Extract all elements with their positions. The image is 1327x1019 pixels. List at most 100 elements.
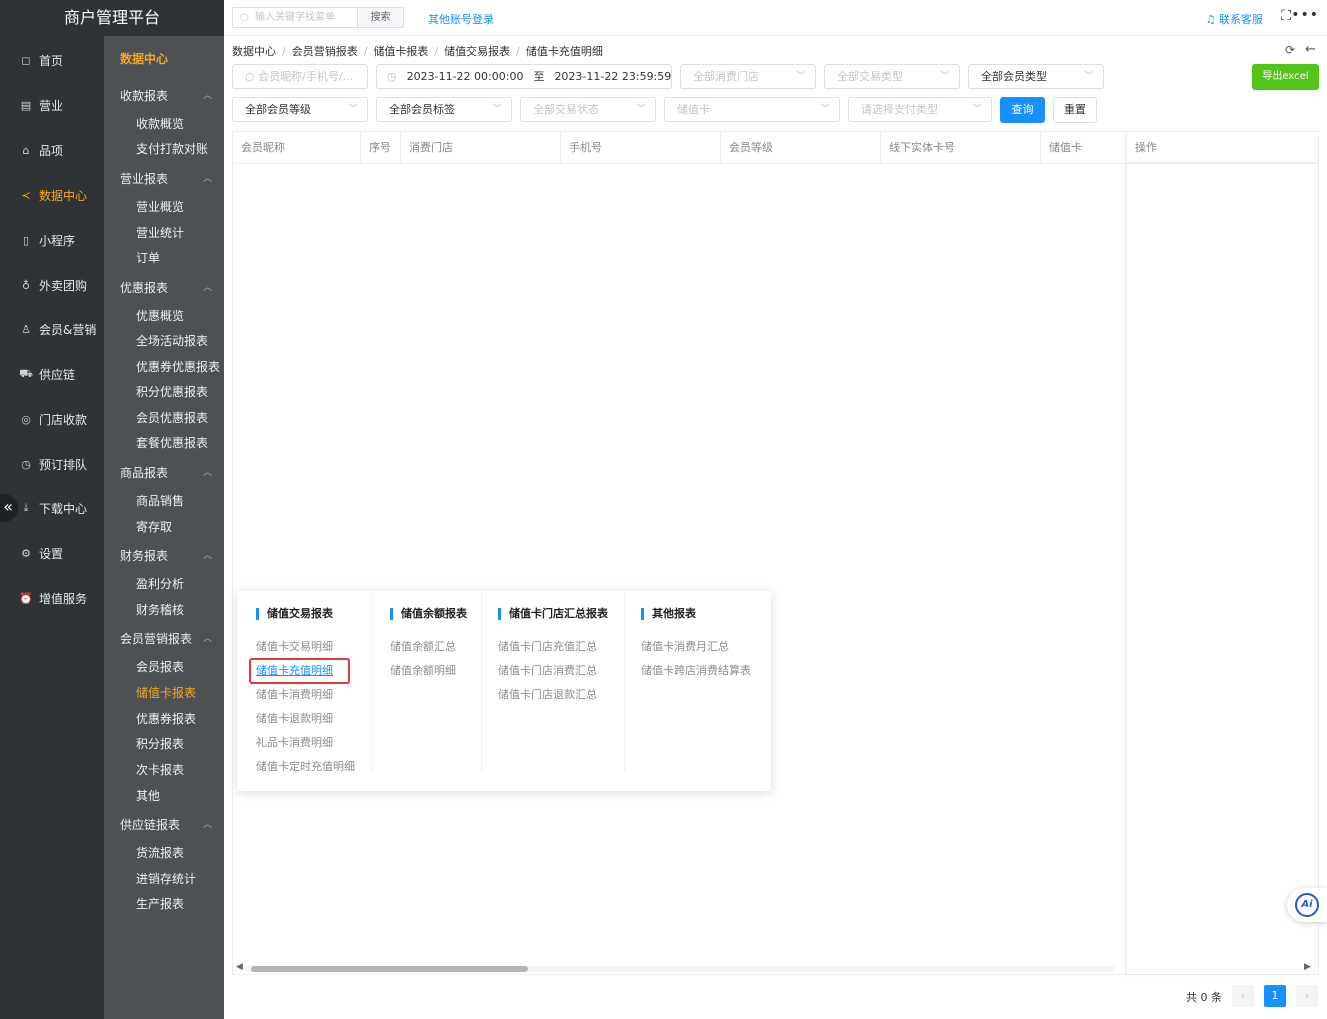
nav-item-store-payment[interactable]: ◎ 门店收款 bbox=[0, 405, 104, 433]
reset-button[interactable]: 重置 bbox=[1053, 97, 1097, 123]
other-login-link[interactable]: 其他账号登录 bbox=[428, 11, 494, 27]
subnav-link[interactable]: 支付打款对账 bbox=[136, 140, 208, 157]
refresh-icon[interactable]: ⟳ bbox=[1285, 43, 1295, 57]
nav-item-supply[interactable]: ⛟ 供应链 bbox=[0, 360, 104, 388]
more-icon[interactable]: ••• bbox=[1291, 7, 1319, 23]
prev-page-button[interactable]: ‹ bbox=[1232, 985, 1254, 1007]
subnav-link[interactable]: 其他 bbox=[136, 787, 160, 804]
nav-item-products[interactable]: ⌂ 品项 bbox=[0, 136, 104, 164]
popover-link[interactable]: 储值卡门店充值汇总 bbox=[498, 638, 597, 654]
chevron-up-icon[interactable]: ︿ bbox=[203, 171, 212, 184]
subnav-link[interactable]: 积分优惠报表 bbox=[136, 383, 208, 400]
nav-item-miniprogram[interactable]: ▯ 小程序 bbox=[0, 226, 104, 254]
chevron-up-icon[interactable]: ︿ bbox=[203, 280, 212, 293]
card-select[interactable]: 储值卡 ﹀ bbox=[664, 97, 840, 122]
menu-search-button[interactable]: 搜索 bbox=[357, 7, 404, 28]
popover-link[interactable]: 礼品卡消费明细 bbox=[256, 734, 333, 750]
subnav-group-header[interactable]: 财务报表 bbox=[120, 547, 168, 564]
member-tag-select[interactable]: 全部会员标签 ﹀ bbox=[376, 97, 512, 122]
nav-item-delivery[interactable]: ♁ 外卖团购 bbox=[0, 271, 104, 299]
chevron-up-icon[interactable]: ︿ bbox=[203, 465, 212, 478]
store-select[interactable]: 全部消费门店 ﹀ bbox=[680, 64, 816, 89]
menu-search-input[interactable]: ○ 输入关键字找菜单 bbox=[232, 7, 358, 28]
trade-type-select[interactable]: 全部交易类型 ﹀ bbox=[824, 64, 960, 89]
export-excel-button[interactable]: 导出excel bbox=[1252, 64, 1319, 90]
popover-link[interactable]: 储值余额明细 bbox=[390, 662, 456, 678]
chevron-up-icon[interactable]: ︿ bbox=[203, 88, 212, 101]
subnav-link[interactable]: 寄存取 bbox=[136, 518, 172, 535]
popover-link[interactable]: 储值卡交易明细 bbox=[256, 638, 333, 654]
column-header[interactable]: 会员等级 bbox=[721, 132, 881, 163]
contact-support-link[interactable]: ♫ 联系客服 bbox=[1206, 11, 1263, 27]
horizontal-scrollbar[interactable]: ◀ ▶ bbox=[233, 962, 1311, 974]
column-header[interactable]: 序号 bbox=[361, 132, 401, 163]
popover-link[interactable]: 储值卡退款明细 bbox=[256, 710, 333, 726]
nav-item-data-center[interactable]: ≺ 数据中心 bbox=[0, 181, 104, 209]
member-type-select[interactable]: 全部会员类型 ﹀ bbox=[968, 64, 1104, 89]
subnav-link[interactable]: 会员优惠报表 bbox=[136, 409, 208, 426]
date-range-picker[interactable]: ◷ 2023-11-22 00:00:00 至 2023-11-22 23:59:59 bbox=[376, 64, 672, 89]
query-button[interactable]: 查询 bbox=[1000, 97, 1045, 123]
chevron-up-icon[interactable]: ︿ bbox=[203, 817, 212, 830]
subnav-link[interactable]: 全场活动报表 bbox=[136, 332, 208, 349]
nav-item-home[interactable]: ◻ 首页 bbox=[0, 46, 104, 74]
subnav-link[interactable]: 货流报表 bbox=[136, 844, 184, 861]
nav-item-value-added[interactable]: ⏰ 增值服务 bbox=[0, 584, 104, 612]
subnav-link[interactable]: 优惠券报表 bbox=[136, 710, 196, 727]
subnav-link[interactable]: 财务稽核 bbox=[136, 601, 184, 618]
scroll-left-icon[interactable]: ◀ bbox=[236, 962, 243, 972]
breadcrumb-item[interactable]: 数据中心 bbox=[232, 45, 276, 58]
subnav-link[interactable]: 优惠券优惠报表 bbox=[136, 358, 220, 375]
subnav-link[interactable]: 盈利分析 bbox=[136, 575, 184, 592]
subnav-link[interactable]: 进销存统计 bbox=[136, 870, 196, 887]
popover-link[interactable]: 储值卡消费月汇总 bbox=[641, 638, 729, 654]
subnav-link-active[interactable]: 储值卡报表 bbox=[136, 684, 196, 701]
subnav-link[interactable]: 商品销售 bbox=[136, 492, 184, 509]
nav-item-business[interactable]: ▤ 营业 bbox=[0, 91, 104, 119]
subnav-link[interactable]: 生产报表 bbox=[136, 895, 184, 912]
subnav-link[interactable]: 营业概览 bbox=[136, 198, 184, 215]
popover-link[interactable]: 储值卡门店消费汇总 bbox=[498, 662, 597, 678]
subnav-link[interactable]: 积分报表 bbox=[136, 735, 184, 752]
pay-type-select[interactable]: 请选择支付类型 ﹀ bbox=[848, 97, 992, 122]
nav-item-settings[interactable]: ⚙ 设置 bbox=[0, 539, 104, 567]
breadcrumb-item[interactable]: 会员营销报表 bbox=[292, 45, 358, 58]
column-header[interactable]: 线下实体卡号 bbox=[881, 132, 1041, 163]
popover-link[interactable]: 储值余额汇总 bbox=[390, 638, 456, 654]
breadcrumb-item[interactable]: 储值交易报表 bbox=[444, 45, 510, 58]
scroll-thumb[interactable] bbox=[251, 966, 528, 972]
member-level-select[interactable]: 全部会员等级 ﹀ bbox=[232, 97, 368, 122]
subnav-group-header[interactable]: 营业报表 bbox=[120, 170, 168, 187]
subnav-link[interactable]: 套餐优惠报表 bbox=[136, 434, 208, 451]
subnav-group-header[interactable]: 收款报表 bbox=[120, 87, 168, 104]
fullscreen-icon[interactable]: ⛶ bbox=[1281, 8, 1291, 24]
subnav-group-header[interactable]: 供应链报表 bbox=[120, 816, 180, 833]
popover-link[interactable]: 储值卡门店退款汇总 bbox=[498, 686, 597, 702]
subnav-link[interactable]: 订单 bbox=[136, 249, 160, 266]
subnav-link[interactable]: 会员报表 bbox=[136, 658, 184, 675]
subnav-link[interactable]: 次卡报表 bbox=[136, 761, 184, 778]
subnav-group-header[interactable]: 优惠报表 bbox=[120, 279, 168, 296]
subnav-link[interactable]: 营业统计 bbox=[136, 224, 184, 241]
subnav-link[interactable]: 收款概览 bbox=[136, 115, 184, 132]
popover-link[interactable]: 储值卡消费明细 bbox=[256, 686, 333, 702]
column-header[interactable]: 手机号 bbox=[561, 132, 721, 163]
page-number-button[interactable]: 1 bbox=[1264, 985, 1286, 1007]
subnav-group-header[interactable]: 商品报表 bbox=[120, 464, 168, 481]
nav-item-booking[interactable]: ◷ 预订排队 bbox=[0, 450, 104, 478]
popover-link[interactable]: 储值卡定时充值明细 bbox=[256, 758, 355, 774]
popover-link-selected[interactable]: 储值卡充值明细 bbox=[256, 662, 333, 678]
trade-status-select[interactable]: 全部交易状态 ﹀ bbox=[520, 97, 656, 122]
ai-assistant-button[interactable]: Ai bbox=[1287, 888, 1327, 922]
scroll-right-icon[interactable]: ▶ bbox=[1304, 962, 1311, 972]
popover-link[interactable]: 储值卡跨店消费结算表 bbox=[641, 662, 751, 678]
subnav-group-header[interactable]: 会员营销报表 bbox=[120, 630, 192, 647]
column-header[interactable]: 消费门店 bbox=[401, 132, 561, 163]
chevron-up-icon[interactable]: ︿ bbox=[203, 548, 212, 561]
breadcrumb-item[interactable]: 储值卡报表 bbox=[373, 45, 428, 58]
next-page-button[interactable]: › bbox=[1296, 985, 1318, 1007]
subnav-link[interactable]: 优惠概览 bbox=[136, 307, 184, 324]
nav-item-member[interactable]: ♙ 会员&营销 bbox=[0, 315, 104, 343]
back-arrow-icon[interactable]: ← bbox=[1305, 42, 1316, 57]
member-search-input[interactable]: ○ 会员昵称/手机号/... bbox=[232, 64, 368, 89]
